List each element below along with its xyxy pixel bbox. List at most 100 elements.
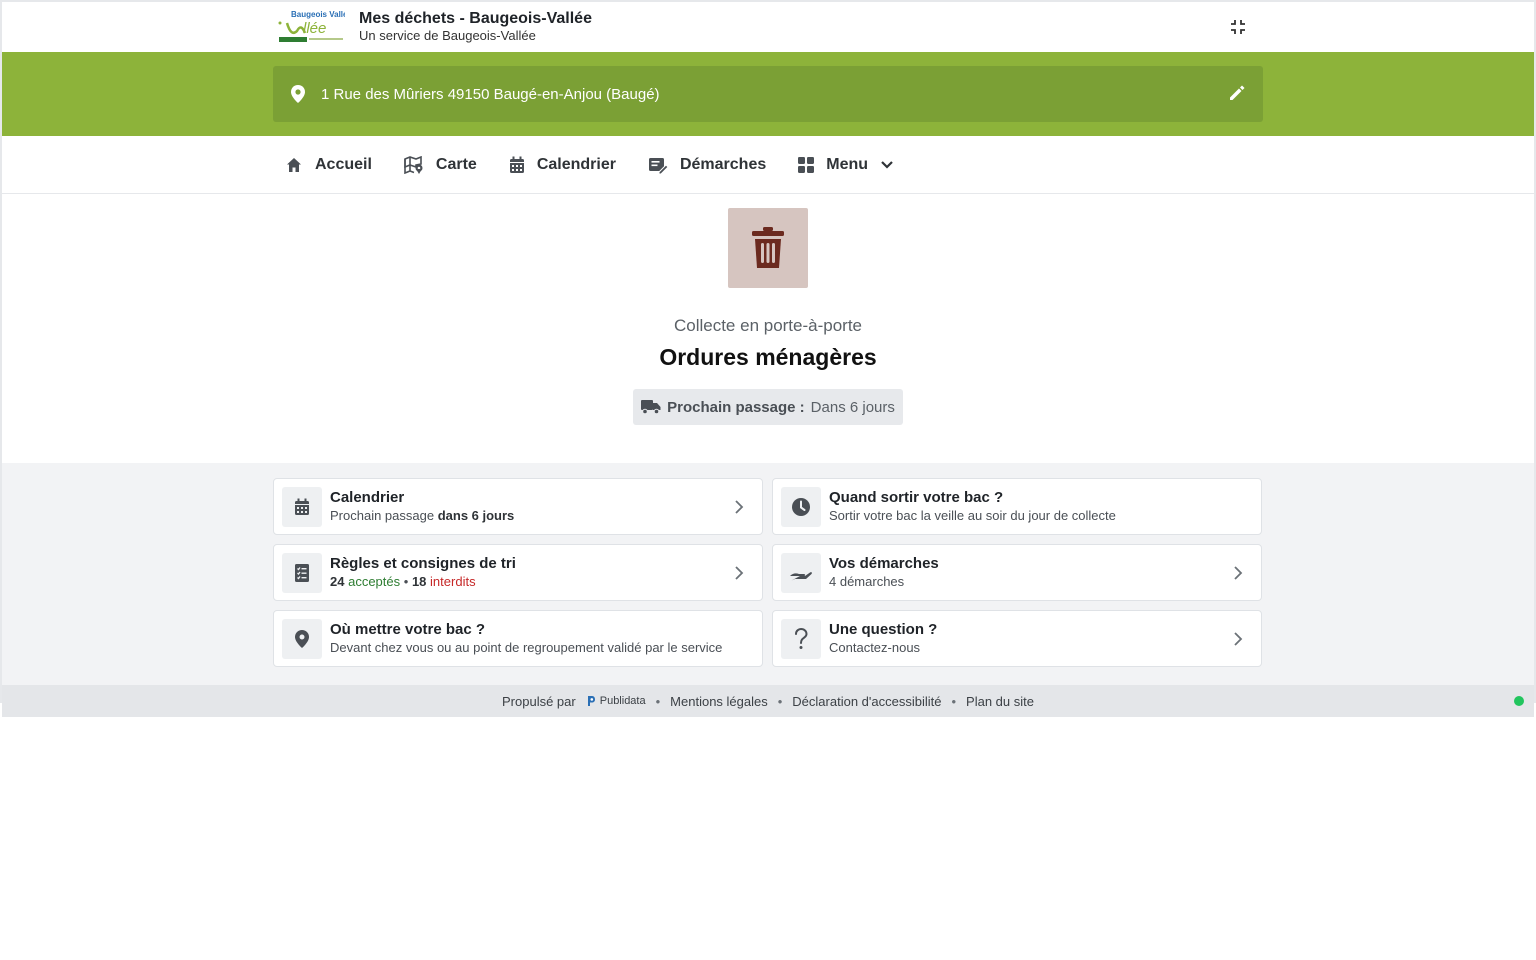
card-description: Devant chez vous ou au point de regroupe… <box>330 639 723 655</box>
calendar-icon <box>295 498 309 515</box>
chevron-down-icon <box>881 160 893 169</box>
card-quand-sortir[interactable]: Quand sortir votre bac ? Sortir votre ba… <box>772 478 1262 535</box>
accepted-count: 24 <box>330 573 345 589</box>
footer-separator: • <box>777 693 783 709</box>
footer-separator: • <box>655 693 661 709</box>
nav-label-calendrier: Calendrier <box>536 155 616 173</box>
nav-item-demarches[interactable]: Démarches <box>648 156 766 174</box>
edit-address-button[interactable] <box>1227 83 1249 105</box>
card-description: Prochain passage dans 6 jours <box>330 508 514 525</box>
form-icon <box>648 157 668 174</box>
chevron-right-icon <box>1234 566 1243 580</box>
app-title: Mes déchets - Baugeois-Vallée <box>359 10 592 28</box>
chevron-right-icon <box>1234 632 1243 646</box>
waste-title: Ordures ménagères <box>659 344 877 370</box>
footer-separator: • <box>951 693 957 709</box>
card-text: Quand sortir votre bac ? Sortir votre ba… <box>829 488 1116 524</box>
card-title: Calendrier <box>330 489 405 507</box>
trash-icon <box>752 227 784 268</box>
location-pin-icon <box>291 85 305 103</box>
card-text: Règles et consignes de tri 24 acceptés •… <box>330 554 516 590</box>
card-vos-demarches[interactable]: Vos démarches 4 démarches <box>772 544 1262 601</box>
card-icon-box <box>781 486 821 527</box>
nav-label-demarches: Démarches <box>679 155 767 173</box>
baugeois-vallee-logo[interactable]: Baugeois Vallée llée <box>277 9 352 45</box>
card-text: Où mettre votre bac ? Devant chez vous o… <box>330 620 722 656</box>
address-text: 1 Rue des Mûriers 49150 Baugé-en-Anjou (… <box>321 85 660 103</box>
page-footer: Propulsé par Publidata • Mentions légale… <box>2 685 1534 717</box>
card-title: Quand sortir votre bac ? <box>829 489 1004 507</box>
desc-prefix: Prochain passage <box>330 507 435 523</box>
chevron-right-icon <box>735 566 744 580</box>
card-text: Vos démarches 4 démarches <box>829 554 939 590</box>
svg-text:llée: llée <box>303 20 326 37</box>
main-nav: Accueil Carte Calendrier Démarches Menu <box>2 136 1534 194</box>
card-description: 24 acceptés • 18 interdits <box>330 574 516 591</box>
app-header: Baugeois Vallée llée Mes déchets - Bauge… <box>2 2 1534 52</box>
next-collection-label: Prochain passage : <box>667 398 805 416</box>
sitemap-link[interactable]: Plan du site <box>966 694 1034 709</box>
accepted-label: acceptés <box>348 573 401 589</box>
card-ou-mettre-bac[interactable]: Où mettre votre bac ? Devant chez vous o… <box>273 610 763 667</box>
nav-label-carte: Carte <box>435 155 477 173</box>
logo-text-baugeois: Baugeois Vallée <box>291 10 345 19</box>
nav-item-accueil[interactable]: Accueil <box>285 156 372 174</box>
card-une-question[interactable]: Une question ? Contactez-nous <box>772 610 1262 667</box>
card-title: Une question ? <box>829 621 938 639</box>
publidata-logo-icon <box>587 696 595 706</box>
address-bar[interactable]: 1 Rue des Mûriers 49150 Baugé-en-Anjou (… <box>273 66 1263 122</box>
nav-item-calendrier[interactable]: Calendrier <box>509 156 616 174</box>
forbidden-label: interdits <box>430 573 476 589</box>
app-subtitle: Un service de Baugeois-Vallée <box>359 27 536 43</box>
chevron-right-icon <box>735 500 744 514</box>
card-calendrier[interactable]: Calendrier Prochain passage dans 6 jours <box>273 478 763 535</box>
map-icon <box>404 155 423 174</box>
card-icon-box <box>282 486 322 527</box>
question-icon <box>795 627 808 649</box>
app-frame: Baugeois Vallée llée Mes déchets - Bauge… <box>0 0 1536 717</box>
waste-type-tile <box>728 208 808 288</box>
card-text: Calendrier Prochain passage dans 6 jours <box>330 488 514 524</box>
next-collection-badge: Prochain passage : Dans 6 jours <box>633 389 903 425</box>
desc-bold: dans 6 jours <box>437 507 515 523</box>
card-icon-box <box>781 552 821 593</box>
header-titles: Mes déchets - Baugeois-Vallée Un service… <box>359 10 592 43</box>
nav-label-menu: Menu <box>826 155 869 173</box>
card-regles-tri[interactable]: Règles et consignes de tri 24 acceptés •… <box>273 544 763 601</box>
nav-item-carte[interactable]: Carte <box>404 155 477 174</box>
publidata-label: Publidata <box>599 695 646 707</box>
card-description: Sortir votre bac la veille au soir du jo… <box>829 507 1116 523</box>
next-collection-value: Dans 6 jours <box>810 398 895 416</box>
address-band: 1 Rue des Mûriers 49150 Baugé-en-Anjou (… <box>2 52 1534 136</box>
card-title: Vos démarches <box>829 555 939 573</box>
waste-hero: Collecte en porte-à-porte Ordures ménagè… <box>2 208 1534 463</box>
truck-icon <box>641 400 661 415</box>
publidata-link[interactable]: Publidata <box>586 695 646 707</box>
collection-type: Collecte en porte-à-porte <box>673 316 863 335</box>
nav-label-accueil: Accueil <box>315 155 372 173</box>
forbidden-count: 18 <box>411 573 427 589</box>
powered-by-label: Propulsé par <box>502 693 576 709</box>
clock-icon <box>792 497 810 516</box>
hand-icon <box>790 571 812 580</box>
pencil-icon <box>1230 85 1245 100</box>
card-text: Une question ? Contactez-nous <box>829 620 937 656</box>
card-title: Où mettre votre bac ? <box>330 621 486 639</box>
card-description: 4 démarches <box>829 573 905 589</box>
checklist-icon <box>295 563 309 582</box>
card-icon-box <box>282 618 322 659</box>
calendar-icon <box>509 156 524 173</box>
collapse-icon <box>1231 20 1245 34</box>
info-cards-area: Calendrier Prochain passage dans 6 jours <box>2 463 1534 685</box>
card-title: Règles et consignes de tri <box>330 555 516 573</box>
grid-icon <box>798 156 815 173</box>
collapse-button[interactable] <box>1227 16 1249 38</box>
nav-item-menu[interactable]: Menu <box>798 156 894 174</box>
card-icon-box <box>781 618 821 659</box>
desc-separator: • <box>403 573 409 589</box>
card-icon-box <box>282 552 322 593</box>
location-icon <box>295 629 309 648</box>
card-description: Contactez-nous <box>829 639 921 655</box>
legal-link[interactable]: Mentions légales <box>670 694 768 709</box>
accessibility-link[interactable]: Déclaration d'accessibilité <box>792 694 941 709</box>
